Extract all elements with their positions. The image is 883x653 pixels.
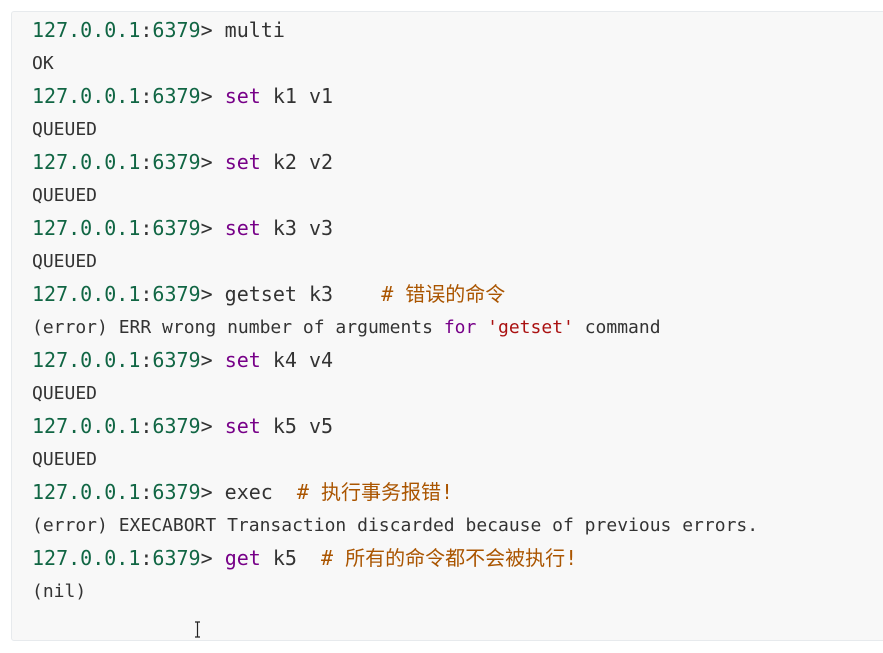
command-line: 127.0.0.1:6379> set k2 v2	[32, 146, 758, 179]
text-token: k5 v5	[260, 414, 334, 438]
text-token: > getset k3	[200, 282, 382, 306]
text-token: >	[200, 546, 225, 570]
keyword-token: get	[224, 546, 261, 570]
string-token: 'getset'	[487, 317, 574, 338]
terminal-session-lines: 127.0.0.1:6379> multi OK 127.0.0.1:6379> s…	[32, 14, 758, 608]
text-token: command	[573, 317, 661, 338]
output-line: (nil)	[32, 575, 758, 608]
command-line: 127.0.0.1:6379> set k3 v3	[32, 212, 758, 245]
command-line: 127.0.0.1:6379> getset k3 # 错误的命令	[32, 278, 758, 311]
text-token: :	[140, 480, 153, 504]
text-token: :	[140, 282, 153, 306]
output-line: QUEUED	[32, 245, 758, 278]
command-line: 127.0.0.1:6379> get k5 # 所有的命令都不会被执行!	[32, 542, 758, 575]
comment-token: # 执行事务报错!	[296, 480, 454, 504]
prompt-number: 127.0.0.1	[32, 150, 141, 174]
text-token: :	[140, 18, 153, 42]
text-token: :	[140, 84, 153, 108]
prompt-number: 127.0.0.1	[32, 480, 141, 504]
text-token: >	[200, 414, 225, 438]
text-token: >	[200, 348, 225, 372]
output-line: OK	[32, 47, 758, 80]
prompt-number: 127.0.0.1	[32, 84, 141, 108]
code-block: 127.0.0.1:6379> multi OK 127.0.0.1:6379> s…	[11, 11, 883, 641]
command-line: 127.0.0.1:6379> multi	[32, 14, 758, 47]
text-token: >	[200, 84, 225, 108]
text-token: k5	[260, 546, 322, 570]
prompt-number: 127.0.0.1	[32, 546, 141, 570]
output-line: QUEUED	[32, 113, 758, 146]
command-line: 127.0.0.1:6379> set k4 v4	[32, 344, 758, 377]
prompt-number: 6379	[152, 282, 201, 306]
text-token: >	[200, 216, 225, 240]
text-token: QUEUED	[32, 383, 98, 404]
prompt-number: 6379	[152, 150, 201, 174]
prompt-number: 127.0.0.1	[32, 282, 141, 306]
text-token: QUEUED	[32, 251, 98, 272]
prompt-number: 6379	[152, 414, 201, 438]
prompt-number: 6379	[152, 546, 201, 570]
text-token: k3 v3	[260, 216, 334, 240]
keyword-token: set	[224, 216, 261, 240]
text-token: >	[200, 150, 225, 174]
text-token: QUEUED	[32, 449, 98, 470]
text-token: :	[140, 546, 153, 570]
text-token: :	[140, 348, 153, 372]
output-line: (error) ERR wrong number of arguments fo…	[32, 311, 758, 344]
text-cursor-icon	[195, 621, 200, 638]
keyword-token: for	[443, 317, 477, 338]
comment-token: # 错误的命令	[381, 282, 506, 306]
text-token: > multi	[200, 18, 285, 42]
prompt-number: 6379	[152, 18, 201, 42]
command-line: 127.0.0.1:6379> set k1 v1	[32, 80, 758, 113]
text-token: OK	[32, 53, 54, 74]
output-line: QUEUED	[32, 443, 758, 476]
text-token: k2 v2	[260, 150, 334, 174]
text-token: QUEUED	[32, 119, 98, 140]
keyword-token: set	[224, 414, 261, 438]
output-line: QUEUED	[32, 377, 758, 410]
command-line: 127.0.0.1:6379> exec # 执行事务报错!	[32, 476, 758, 509]
prompt-number: 6379	[152, 216, 201, 240]
text-token: > exec	[200, 480, 297, 504]
comment-token: # 所有的命令都不会被执行!	[321, 546, 578, 570]
prompt-number: 127.0.0.1	[32, 216, 141, 240]
keyword-token: set	[224, 348, 261, 372]
text-token: k4 v4	[260, 348, 334, 372]
prompt-number: 127.0.0.1	[32, 348, 141, 372]
text-token: (error) EXECABORT Transaction discarded …	[32, 515, 759, 536]
text-token: :	[140, 414, 153, 438]
prompt-number: 127.0.0.1	[32, 18, 141, 42]
output-line: QUEUED	[32, 179, 758, 212]
command-line: 127.0.0.1:6379> set k5 v5	[32, 410, 758, 443]
text-token: QUEUED	[32, 185, 98, 206]
keyword-token: set	[224, 84, 261, 108]
prompt-number: 127.0.0.1	[32, 414, 141, 438]
text-token: (nil)	[32, 581, 87, 602]
text-token: k1 v1	[260, 84, 334, 108]
prompt-number: 6379	[152, 348, 201, 372]
text-token: :	[140, 150, 153, 174]
prompt-number: 6379	[152, 480, 201, 504]
output-line: (error) EXECABORT Transaction discarded …	[32, 509, 758, 542]
keyword-token: set	[224, 150, 261, 174]
text-token: :	[140, 216, 153, 240]
text-token: (error) ERR wrong number of arguments	[32, 317, 444, 338]
prompt-number: 6379	[152, 84, 201, 108]
